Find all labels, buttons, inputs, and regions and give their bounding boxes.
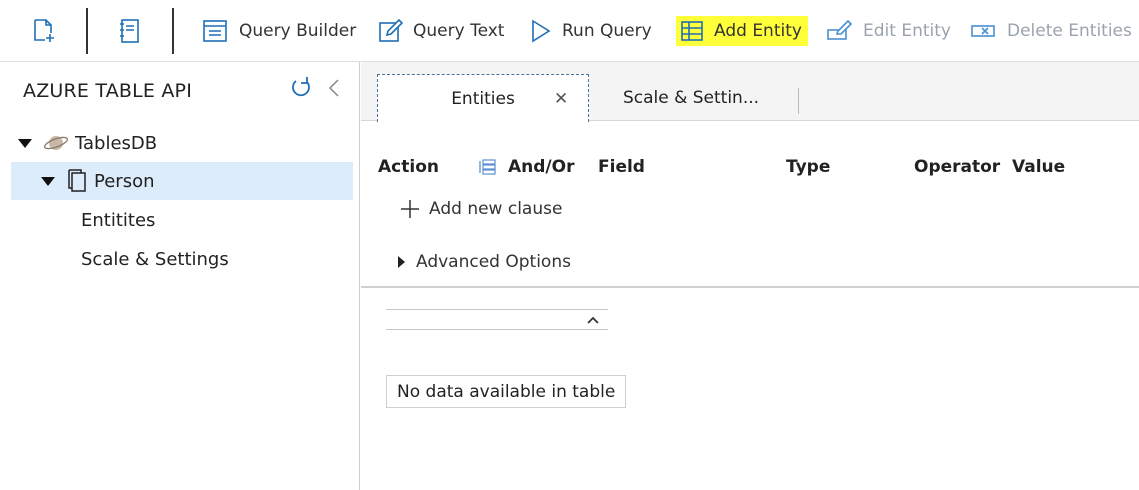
group-clause-icon[interactable] xyxy=(478,159,496,175)
refresh-icon xyxy=(292,77,310,97)
add-entity-icon xyxy=(680,20,704,42)
new-table-button[interactable] xyxy=(26,13,62,49)
notebook-icon xyxy=(120,19,139,43)
command-bar: Query Builder Query Text Run Query Add E… xyxy=(0,0,1139,62)
tree-item-label: Entitites xyxy=(81,209,156,231)
tree-item-entities[interactable]: Entitites xyxy=(81,201,353,239)
run-query-label: Run Query xyxy=(562,21,652,41)
resource-tree-panel: AZURE TABLE API TablesDB Person Entitite… xyxy=(0,62,360,490)
and-or-header: And/Or xyxy=(478,157,574,177)
delete-entities-button[interactable]: Delete Entities xyxy=(971,14,1132,48)
section-divider xyxy=(361,286,1139,288)
empty-table-message: No data available in table xyxy=(386,375,627,408)
main-content: Entities ✕ Scale & Settin... Action And/… xyxy=(361,62,1139,490)
tab-bar: Entities ✕ Scale & Settin... xyxy=(361,62,1139,122)
toolbar-separator xyxy=(172,8,174,54)
query-builder-icon xyxy=(203,19,229,43)
toolbar-separator xyxy=(86,8,88,54)
query-text-button[interactable]: Query Text xyxy=(379,14,504,48)
tree-item-scale-settings[interactable]: Scale & Settings xyxy=(81,240,353,278)
tree-item-database[interactable]: TablesDB xyxy=(18,124,353,162)
chevron-up-icon[interactable] xyxy=(586,312,600,326)
edit-entity-icon xyxy=(827,20,853,42)
collapse-panel-button[interactable] xyxy=(326,77,342,99)
play-icon xyxy=(530,19,552,43)
add-new-clause-button[interactable]: Add new clause xyxy=(399,195,562,223)
tree-item-label: Scale & Settings xyxy=(81,248,229,270)
edit-entity-button[interactable]: Edit Entity xyxy=(827,14,951,48)
refresh-button[interactable] xyxy=(289,76,313,100)
edit-entity-label: Edit Entity xyxy=(863,21,951,41)
tab-label: Entities xyxy=(451,88,515,109)
column-header-operator: Operator xyxy=(914,157,1001,177)
tree-item-table[interactable]: Person xyxy=(11,162,353,200)
add-clause-label: Add new clause xyxy=(429,199,563,219)
table-document-icon xyxy=(68,169,88,193)
expand-caret-icon xyxy=(398,256,405,268)
tab-scale-settings[interactable]: Scale & Settin... xyxy=(601,74,781,122)
chevron-left-icon xyxy=(328,79,339,97)
delete-entities-icon xyxy=(971,23,997,39)
cosmos-planet-icon xyxy=(43,131,69,155)
table-name: Person xyxy=(94,170,155,192)
run-query-button[interactable]: Run Query xyxy=(530,14,652,48)
advanced-options-toggle[interactable]: Advanced Options xyxy=(398,249,571,275)
database-name: TablesDB xyxy=(75,132,158,154)
tab-label: Scale & Settin... xyxy=(622,88,760,108)
tab-separator xyxy=(798,88,799,114)
query-text-label: Query Text xyxy=(413,21,505,41)
expand-caret-icon xyxy=(41,176,55,186)
add-entity-button[interactable]: Add Entity xyxy=(676,14,808,48)
new-table-icon xyxy=(34,19,54,42)
column-header-action: Action xyxy=(378,157,439,177)
close-tab-icon[interactable]: ✕ xyxy=(554,89,568,109)
add-entity-highlight: Add Entity xyxy=(676,16,808,46)
edit-text-icon xyxy=(379,19,403,43)
advanced-options-label: Advanced Options xyxy=(416,252,571,272)
delete-entities-label: Delete Entities xyxy=(1007,21,1132,41)
add-entity-label: Add Entity xyxy=(714,21,802,41)
query-builder-label: Query Builder xyxy=(239,21,357,41)
open-notebook-button[interactable] xyxy=(112,13,148,49)
api-title: AZURE TABLE API xyxy=(23,80,193,102)
column-header-and-or: And/Or xyxy=(508,157,575,177)
column-header-type: Type xyxy=(786,157,831,177)
expand-caret-icon xyxy=(18,138,32,148)
tab-entities[interactable]: Entities ✕ xyxy=(377,74,589,122)
column-header-field: Field xyxy=(598,157,645,177)
results-column-header[interactable] xyxy=(386,309,608,330)
query-builder-button[interactable]: Query Builder xyxy=(203,14,356,48)
column-header-value: Value xyxy=(1012,157,1066,177)
plus-icon xyxy=(399,198,421,220)
